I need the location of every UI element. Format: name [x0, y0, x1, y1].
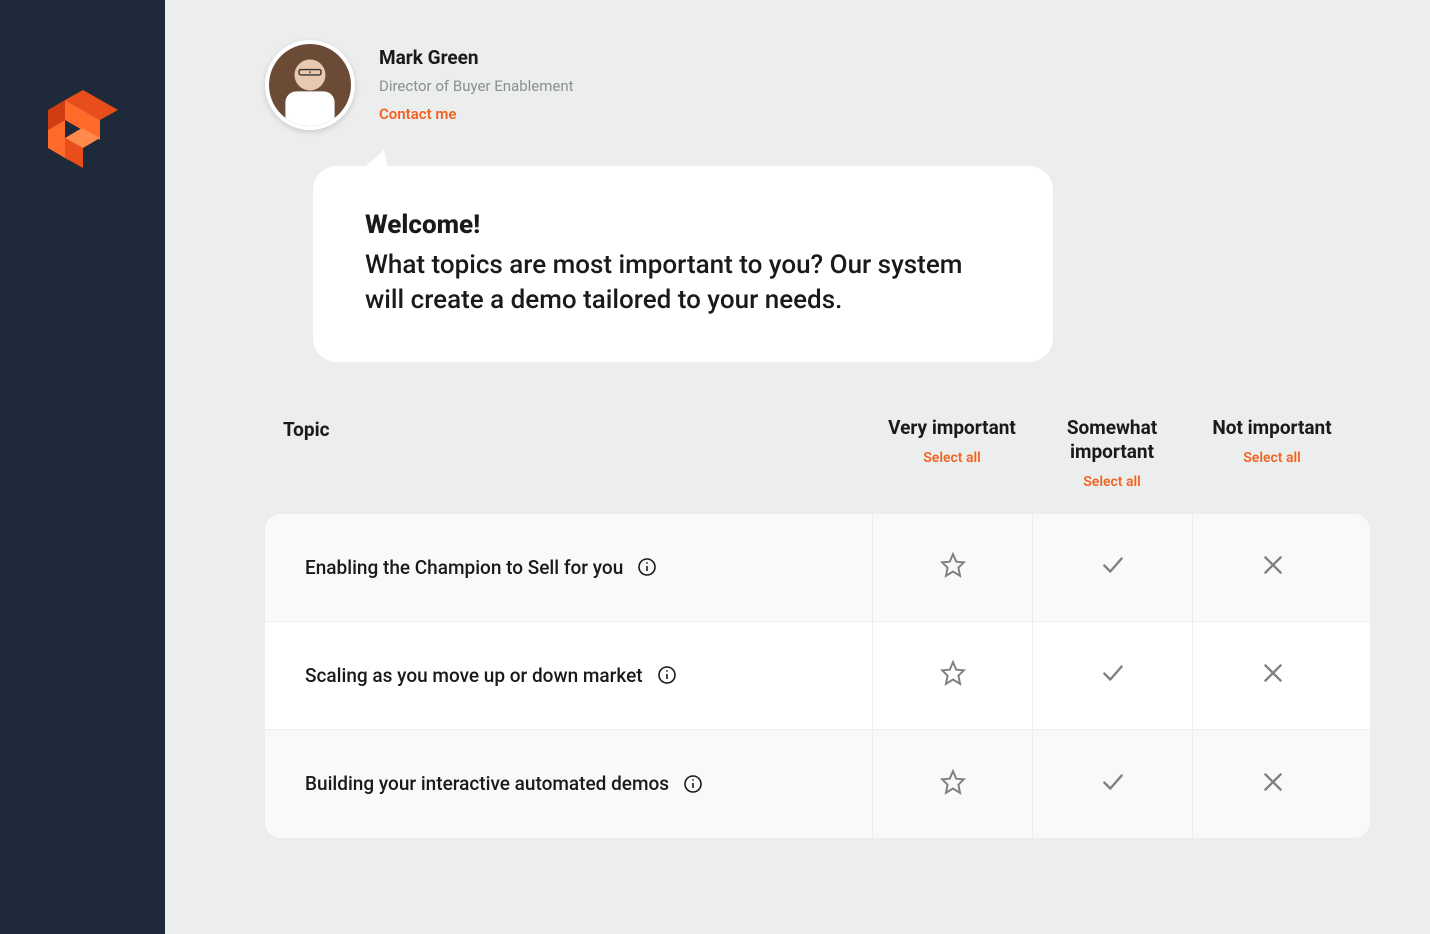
column-label-very: Very important — [872, 416, 1032, 440]
welcome-card: Welcome! What topics are most important … — [313, 166, 1053, 362]
grid-header: Topic Very important Select all Somewhat… — [265, 416, 1370, 514]
column-label-somewhat: Somewhat important — [1032, 416, 1192, 464]
rate-very-important[interactable] — [872, 514, 1032, 621]
topic-text: Building your interactive automated demo… — [305, 772, 669, 795]
topic-text: Enabling the Champion to Sell for you — [305, 556, 623, 579]
brand-logo — [48, 90, 118, 168]
grid-body: Enabling the Champion to Sell for you — [265, 514, 1370, 838]
close-icon — [1260, 769, 1286, 799]
rate-very-important[interactable] — [872, 622, 1032, 729]
topic-cell: Building your interactive automated demo… — [283, 772, 872, 795]
topic-text: Scaling as you move up or down market — [305, 664, 643, 687]
topic-grid: Topic Very important Select all Somewhat… — [265, 416, 1370, 838]
star-icon — [940, 769, 966, 799]
rate-somewhat-important[interactable] — [1032, 730, 1192, 838]
contact-info: Mark Green Director of Buyer Enablement … — [379, 44, 574, 125]
rate-not-important[interactable] — [1192, 730, 1352, 838]
main-content: Mark Green Director of Buyer Enablement … — [165, 0, 1430, 934]
check-icon — [1100, 660, 1126, 690]
info-icon[interactable] — [657, 665, 677, 685]
check-icon — [1100, 552, 1126, 582]
table-row: Scaling as you move up or down market — [265, 622, 1370, 730]
check-icon — [1100, 769, 1126, 799]
star-icon — [940, 660, 966, 690]
select-all-not[interactable]: Select all — [1243, 450, 1301, 466]
welcome-heading: Welcome! — [365, 210, 1001, 240]
table-row: Building your interactive automated demo… — [265, 730, 1370, 838]
topic-column-header: Topic — [283, 416, 872, 441]
column-not-important: Not important Select all — [1192, 416, 1352, 466]
contact-me-link[interactable]: Contact me — [379, 104, 574, 126]
select-all-somewhat[interactable]: Select all — [1083, 474, 1141, 490]
rate-somewhat-important[interactable] — [1032, 514, 1192, 621]
select-all-very[interactable]: Select all — [923, 450, 981, 466]
rate-very-important[interactable] — [872, 730, 1032, 838]
contact-name: Mark Green — [379, 44, 574, 72]
topic-cell: Enabling the Champion to Sell for you — [283, 556, 872, 579]
contact-row: Mark Green Director of Buyer Enablement … — [265, 40, 1370, 130]
column-very-important: Very important Select all — [872, 416, 1032, 466]
info-icon[interactable] — [637, 557, 657, 577]
welcome-body: What topics are most important to you? O… — [365, 248, 1001, 318]
topic-cell: Scaling as you move up or down market — [283, 664, 872, 687]
close-icon — [1260, 660, 1286, 690]
rate-somewhat-important[interactable] — [1032, 622, 1192, 729]
close-icon — [1260, 552, 1286, 582]
avatar — [265, 40, 355, 130]
rate-not-important[interactable] — [1192, 622, 1352, 729]
contact-title: Director of Buyer Enablement — [379, 76, 574, 98]
column-somewhat-important: Somewhat important Select all — [1032, 416, 1192, 490]
table-row: Enabling the Champion to Sell for you — [265, 514, 1370, 622]
info-icon[interactable] — [683, 774, 703, 794]
rate-not-important[interactable] — [1192, 514, 1352, 621]
star-icon — [940, 552, 966, 582]
column-label-not: Not important — [1192, 416, 1352, 440]
sidebar — [0, 0, 165, 934]
